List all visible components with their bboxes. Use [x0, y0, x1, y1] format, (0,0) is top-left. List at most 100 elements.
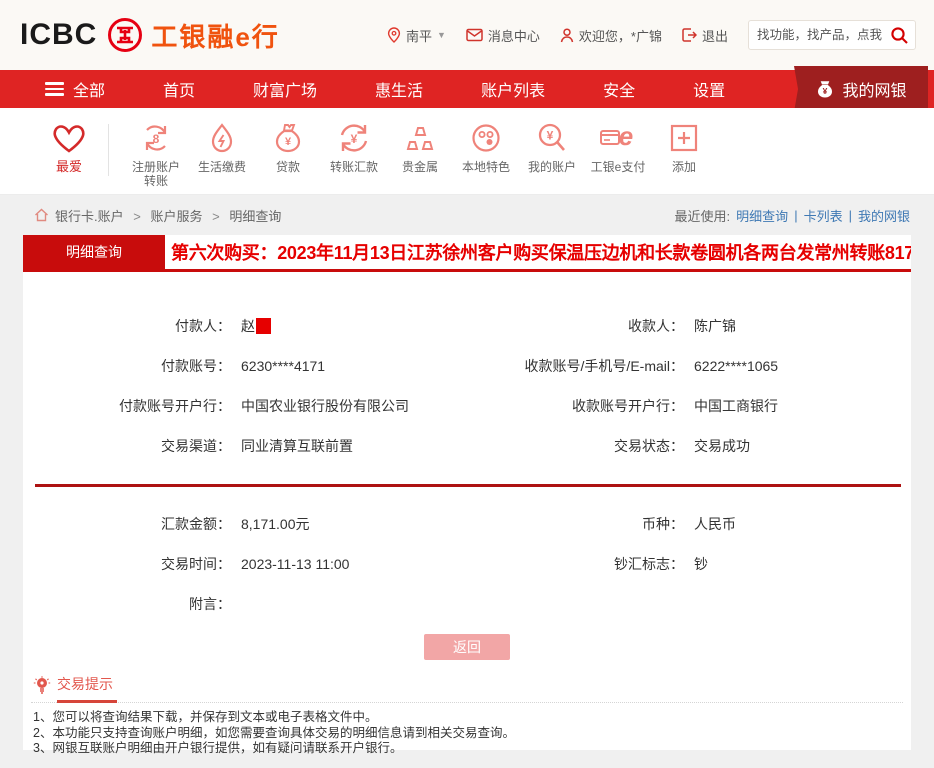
quickbar-item-utility-payment[interactable]: 生活缴费 [189, 122, 255, 174]
tip-line-1: 1、您可以将查询结果下载，并保存到文本或电子表格文件中。 [31, 710, 903, 726]
svg-text:e: e [619, 122, 633, 151]
quickbar-utility-payment-label: 生活缴费 [198, 160, 246, 174]
envelope-icon [466, 28, 483, 42]
search-box[interactable] [748, 20, 916, 50]
redaction-block [256, 318, 271, 334]
payee-account-value: 6222****1065 [690, 358, 911, 374]
payer-bank-label: 付款账号开户行： [23, 396, 237, 416]
message-center-label: 消息中心 [488, 26, 540, 45]
quickbar-divider [108, 124, 109, 176]
quick-access-bar: 最爱 8 注册账户 转账 生活缴费 [0, 108, 934, 195]
tips-list: 1、您可以将查询结果下载，并保存到文本或电子表格文件中。 2、本功能只支持查询账… [31, 710, 903, 757]
quickbar-transfer-remit-label: 转账汇款 [330, 160, 378, 174]
search-icon[interactable] [890, 26, 909, 45]
quickbar-item-local-features[interactable]: 本地特色 [453, 122, 519, 174]
recent-link-card-list[interactable]: 卡列表 [804, 206, 843, 225]
quickbar-item-epay[interactable]: e 工银e支付 [585, 122, 651, 174]
heart-icon [52, 122, 86, 154]
quickbar-precious-metal-label: 贵金属 [402, 160, 438, 174]
svg-text:8: 8 [153, 132, 160, 146]
logout-label: 退出 [702, 26, 728, 45]
field-row-account: 付款账号： 6230****4171 收款账号/手机号/E-mail： 6222… [23, 346, 911, 386]
breadcrumb-item-account-services[interactable]: 账户服务 [150, 209, 202, 224]
payee-bank-value: 中国工商银行 [690, 396, 911, 416]
quickbar-item-precious-metal[interactable]: 贵金属 [387, 122, 453, 174]
gold-bars-icon [403, 122, 437, 154]
amount-label: 汇款金额： [23, 514, 237, 534]
recent-used-label: 最近使用: [675, 206, 731, 225]
quickbar-item-transfer-remit[interactable]: ¥ 转账汇款 [321, 122, 387, 174]
svg-text:¥: ¥ [351, 132, 358, 146]
message-center-link[interactable]: 消息中心 [466, 26, 540, 45]
payer-account-value: 6230****4171 [237, 358, 490, 374]
detail-panel: 明细查询 第六次购买：2023年11月13日江苏徐州客户购买保温压边机和长款卷圆… [23, 235, 911, 750]
cash-flag-label: 钞汇标志： [490, 554, 690, 574]
nav-item-all-label: 全部 [73, 77, 105, 101]
nav-item-security[interactable]: 安全 [603, 77, 635, 101]
quickbar-register-transfer-label: 注册账户 转账 [132, 160, 180, 188]
tip-line-3: 3、网银互联账户明细由开户银行提供，如有疑问请联系开户银行。 [31, 741, 903, 757]
top-header: ICBC 工银融e行 南平 ▼ [0, 0, 934, 70]
status-label: 交易状态： [490, 436, 690, 456]
detail-tab-row: 明细查询 第六次购买：2023年11月13日江苏徐州客户购买保温压边机和长款卷圆… [23, 235, 911, 272]
user-welcome[interactable]: 欢迎您，*广锦 [560, 26, 662, 45]
chevron-down-icon: ▼ [437, 30, 446, 40]
currency-value: 人民币 [690, 514, 911, 534]
payee-bank-label: 收款账号开户行： [490, 396, 690, 416]
recent-link-detail-query[interactable]: 明细查询 [736, 206, 788, 225]
nav-item-account-list[interactable]: 账户列表 [481, 77, 545, 101]
quickbar-item-favorites[interactable]: 最爱 [36, 122, 102, 174]
field-row-time-cashflag: 交易时间： 2023-11-13 11:00 钞汇标志： 钞 [23, 544, 911, 584]
search-input[interactable] [749, 21, 883, 49]
svg-text:¥: ¥ [823, 86, 828, 96]
field-row-amount-currency: 汇款金额： 8,171.00元 币种： 人民币 [23, 504, 911, 544]
transaction-banner-text: 第六次购买：2023年11月13日江苏徐州客户购买保温压边机和长款卷圆机各两台发… [165, 235, 911, 269]
fields-top-section: 付款人： 赵 收款人： 陈广锦 付款账号： 6230****4171 收款账号/… [23, 306, 911, 466]
quickbar-epay-label: 工银e支付 [591, 160, 646, 174]
field-row-payer: 付款人： 赵 收款人： 陈广锦 [23, 306, 911, 346]
logout-button[interactable]: 退出 [682, 26, 728, 45]
quickbar-local-features-label: 本地特色 [462, 160, 510, 174]
payer-value: 赵 [237, 316, 490, 336]
nav-item-wealth-plaza[interactable]: 财富广场 [253, 77, 317, 101]
tab-detail-query[interactable]: 明细查询 [23, 235, 165, 269]
my-ebank-label: 我的网银 [842, 77, 906, 101]
nav-item-life[interactable]: 惠生活 [375, 77, 423, 101]
amount-value: 8,171.00元 [237, 514, 490, 534]
breadcrumb-item-bankcard-account[interactable]: 银行卡.账户 [55, 209, 124, 224]
loan-bag-icon: ¥ [271, 122, 305, 154]
currency-label: 币种： [490, 514, 690, 534]
droplet-bolt-icon [205, 122, 239, 154]
tab-my-ebank[interactable]: ¥ 我的网银 [794, 66, 928, 112]
icbc-logo-text: ICBC [20, 18, 97, 52]
back-button[interactable]: 返回 [424, 634, 510, 660]
nav-item-home[interactable]: 首页 [163, 77, 195, 101]
quickbar-item-register-transfer[interactable]: 8 注册账户 转账 [123, 122, 189, 188]
red-divider [35, 484, 901, 487]
channel-value: 同业清算互联前置 [237, 436, 490, 456]
location-pin-icon [387, 27, 401, 43]
quickbar-item-loan[interactable]: ¥ 贷款 [255, 122, 321, 174]
svg-text:¥: ¥ [547, 129, 554, 143]
time-value: 2023-11-13 11:00 [237, 556, 490, 572]
tips-header: 交易提示 [31, 674, 903, 703]
channel-label: 交易渠道： [23, 436, 237, 456]
nav-item-all[interactable]: 全部 [45, 77, 105, 101]
location-label: 南平 [406, 26, 432, 45]
hamburger-icon [45, 79, 64, 99]
nav-item-settings[interactable]: 设置 [693, 77, 725, 101]
location-selector[interactable]: 南平 ▼ [387, 26, 446, 45]
recent-link-my-ebank[interactable]: 我的网银 [858, 206, 910, 225]
breadcrumb: 银行卡.账户 > 账户服务 > 明细查询 [55, 206, 281, 225]
tips-title: 交易提示 [57, 674, 113, 696]
quickbar-my-account-label: 我的账户 [528, 160, 576, 174]
quickbar-item-my-account[interactable]: ¥ 我的账户 [519, 122, 585, 174]
icbc-logo: ICBC 工银融e行 [20, 17, 280, 54]
home-icon [34, 208, 49, 222]
logout-icon [682, 28, 697, 42]
quickbar-item-add[interactable]: 添加 [651, 122, 717, 174]
payer-bank-value: 中国农业银行股份有限公司 [237, 396, 490, 416]
cash-flag-value: 钞 [690, 554, 911, 574]
welcome-label: 欢迎您，*广锦 [579, 26, 662, 45]
breadcrumb-item-detail-query: 明细查询 [229, 209, 281, 224]
